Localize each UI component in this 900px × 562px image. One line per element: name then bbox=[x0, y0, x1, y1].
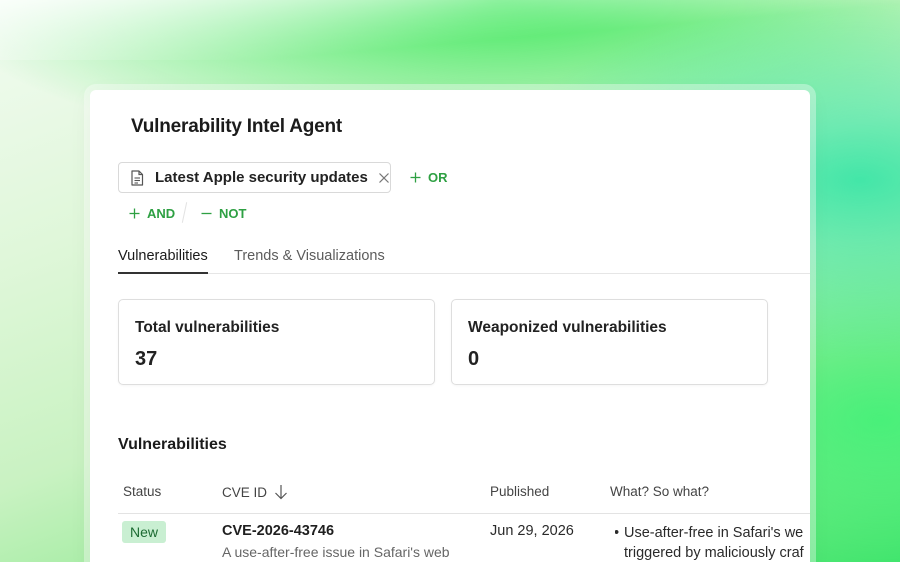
cve-description: A use-after-free issue in Safari's web bbox=[222, 544, 450, 560]
page-title: Vulnerability Intel Agent bbox=[131, 116, 343, 137]
summary-line: Use-after-free in Safari's we bbox=[615, 523, 810, 543]
minus-icon bbox=[201, 212, 212, 215]
weaponized-vulnerabilities-card: Weaponized vulnerabilities 0 bbox=[451, 299, 768, 385]
section-title: Vulnerabilities bbox=[118, 436, 227, 453]
card-label: Weaponized vulnerabilities bbox=[468, 319, 667, 336]
what-so-what-summary: Use-after-free in Safari's we triggered … bbox=[615, 523, 810, 562]
column-header-status: Status bbox=[123, 484, 162, 499]
filter-chip-label: Latest Apple security updates bbox=[155, 169, 368, 186]
add-not-button[interactable]: NOT bbox=[201, 206, 246, 221]
agent-panel: Vulnerability Intel Agent Latest Apple s… bbox=[90, 90, 810, 562]
status-badge: New bbox=[122, 521, 167, 543]
background-sheen bbox=[0, 0, 900, 60]
tab-bar: Vulnerabilities Trends & Visualizations bbox=[118, 248, 810, 274]
summary-line: triggered by maliciously craf bbox=[624, 545, 804, 561]
and-label: AND bbox=[147, 206, 176, 221]
add-and-button[interactable]: AND bbox=[129, 206, 175, 221]
published-date: Jun 29, 2026 bbox=[490, 523, 574, 539]
operator-divider bbox=[181, 202, 188, 223]
plus-icon bbox=[129, 208, 140, 219]
document-icon bbox=[131, 169, 144, 186]
or-label: OR bbox=[428, 170, 448, 185]
arrow-down-icon bbox=[275, 485, 287, 500]
tab-vulnerabilities[interactable]: Vulnerabilities bbox=[118, 248, 208, 274]
card-label: Total vulnerabilities bbox=[135, 319, 280, 336]
not-label: NOT bbox=[219, 206, 247, 221]
total-vulnerabilities-card: Total vulnerabilities 37 bbox=[118, 299, 435, 385]
close-icon[interactable] bbox=[378, 172, 390, 184]
column-header-what-so-what: What? So what? bbox=[610, 484, 710, 499]
table-row[interactable]: New CVE-2026-43746 A use-after-free issu… bbox=[118, 515, 810, 562]
cve-id-link[interactable]: CVE-2026-43746 bbox=[222, 523, 334, 539]
column-header-published: Published bbox=[490, 484, 550, 499]
column-header-cve-id[interactable]: CVE ID bbox=[222, 484, 288, 500]
add-or-button[interactable]: OR bbox=[410, 170, 448, 185]
column-header-label: CVE ID bbox=[222, 484, 268, 500]
filter-chip[interactable]: Latest Apple security updates bbox=[118, 162, 391, 193]
table-header: Status CVE ID Published What? So what? bbox=[118, 482, 810, 514]
tab-trends-visualizations[interactable]: Trends & Visualizations bbox=[234, 248, 385, 274]
card-value: 37 bbox=[135, 348, 158, 370]
plus-icon bbox=[410, 172, 421, 183]
card-value: 0 bbox=[468, 348, 480, 370]
